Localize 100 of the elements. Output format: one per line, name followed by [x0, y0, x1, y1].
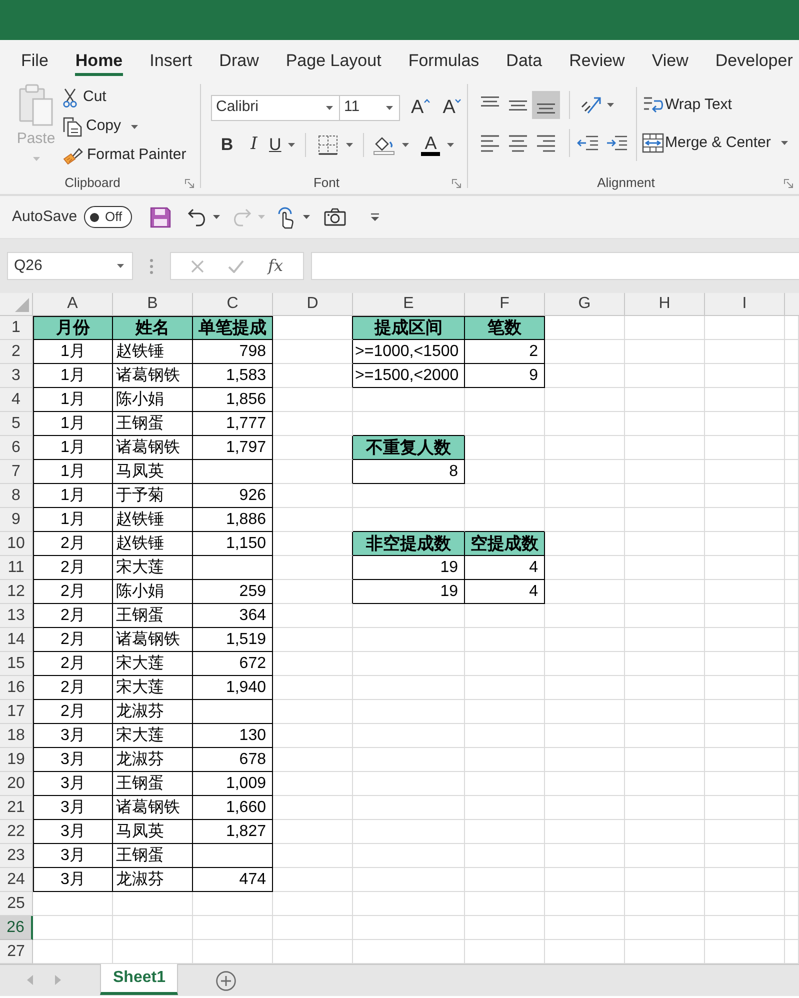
row-header[interactable]: 15	[0, 652, 33, 676]
paint-bucket-icon	[373, 135, 396, 155]
row-header[interactable]: 8	[0, 484, 33, 508]
dialog-launcher-icon[interactable]	[452, 178, 461, 188]
name-box[interactable]: Q26	[7, 252, 133, 280]
paintbrush-icon	[63, 146, 83, 164]
font-color-button[interactable]: A	[421, 132, 454, 158]
ribbon-tab[interactable]: Data	[506, 40, 542, 76]
row-header[interactable]: 18	[0, 724, 33, 748]
row-header[interactable]: 11	[0, 556, 33, 580]
table-cell: 1,940	[193, 676, 273, 700]
select-all-button[interactable]	[0, 293, 33, 316]
column-header[interactable]	[785, 293, 799, 316]
row-header[interactable]: 4	[0, 388, 33, 412]
ribbon-tab[interactable]: View	[652, 40, 688, 76]
bold-button[interactable]: B	[215, 132, 239, 158]
table-cell: 1,777	[193, 412, 273, 436]
align-bottom-button[interactable]	[532, 91, 560, 119]
column-header[interactable]: B	[113, 293, 193, 316]
cut-button[interactable]: Cut	[63, 83, 186, 112]
table-cell: 2月	[33, 556, 113, 580]
ribbon-tab[interactable]: Page Layout	[286, 40, 382, 76]
italic-button[interactable]: I	[242, 132, 266, 158]
wrap-text-button[interactable]: Wrap Text	[642, 91, 788, 119]
touch-mode-button[interactable]	[277, 206, 310, 228]
table-cell: 3月	[33, 820, 113, 844]
font-name-field[interactable]: Calibri	[211, 94, 340, 120]
copy-icon	[63, 116, 82, 136]
row-header[interactable]: 21	[0, 796, 33, 820]
table-cell: 2月	[33, 532, 113, 556]
table-cell: 1,150	[193, 532, 273, 556]
row-header[interactable]: 25	[0, 892, 33, 916]
header-cell: 月份	[33, 316, 113, 340]
row-header[interactable]: 6	[0, 436, 33, 460]
ribbon-tab[interactable]: Draw	[219, 40, 259, 76]
camera-icon[interactable]	[324, 208, 346, 226]
row-header[interactable]: 22	[0, 820, 33, 844]
ribbon-tab[interactable]: File	[21, 40, 48, 76]
column-header[interactable]: E	[353, 293, 465, 316]
caret-icon	[780, 141, 788, 145]
autosave-toggle[interactable]: Off	[84, 206, 132, 228]
font-size-field[interactable]: 11	[340, 94, 400, 120]
add-sheet-icon[interactable]	[216, 971, 236, 991]
grow-font-button[interactable]: A	[411, 96, 430, 118]
row-header[interactable]: 2	[0, 340, 33, 364]
table-cell: 1,856	[193, 388, 273, 412]
row-header[interactable]: 12	[0, 580, 33, 604]
column-header[interactable]: A	[33, 293, 113, 316]
column-header[interactable]: C	[193, 293, 273, 316]
row-header[interactable]: 10	[0, 532, 33, 556]
table-cell: 1,797	[193, 436, 273, 460]
row-header[interactable]: 3	[0, 364, 33, 388]
save-button[interactable]	[150, 206, 172, 228]
customize-toolbar-icon[interactable]	[371, 213, 380, 221]
table-cell: 王钢蛋	[113, 844, 193, 868]
row-header[interactable]: 1	[0, 316, 33, 340]
row-header[interactable]: 9	[0, 508, 33, 532]
row-header[interactable]: 7	[0, 460, 33, 484]
caret-icon	[303, 215, 310, 219]
format-painter-button[interactable]: Format Painter	[63, 141, 186, 170]
dialog-launcher-icon[interactable]	[784, 178, 793, 188]
next-sheet-button[interactable]	[55, 975, 61, 985]
ribbon-tab[interactable]: Developer	[715, 40, 793, 76]
header-cell: 非空提成数	[353, 532, 465, 556]
row-header[interactable]: 16	[0, 676, 33, 700]
cross-icon	[191, 260, 204, 272]
row-header[interactable]: 14	[0, 628, 33, 652]
scissors-icon	[63, 88, 77, 108]
ribbon-tab[interactable]: Insert	[150, 40, 192, 76]
column-header[interactable]: D	[273, 293, 353, 316]
row-header[interactable]: 24	[0, 868, 33, 892]
left-triangle-icon	[27, 975, 33, 985]
copy-button[interactable]: Copy	[63, 112, 186, 141]
row-header[interactable]: 23	[0, 844, 33, 868]
header-cell: 笔数	[465, 316, 545, 340]
row-header[interactable]: 20	[0, 772, 33, 796]
shrink-font-button[interactable]: A	[442, 96, 462, 118]
dialog-launcher-icon[interactable]	[185, 178, 194, 188]
undo-button[interactable]	[187, 208, 220, 226]
row-header[interactable]: 13	[0, 604, 33, 628]
column-header[interactable]: G	[545, 293, 625, 316]
column-header[interactable]: H	[625, 293, 705, 316]
merge-center-button[interactable]: Merge & Center	[642, 129, 788, 157]
ribbon-tab[interactable]: Formulas	[408, 40, 480, 76]
table-cell: 1,583	[193, 364, 273, 388]
column-header[interactable]: F	[465, 293, 545, 316]
row-header[interactable]: 26	[0, 916, 33, 940]
table-cell: >=1000,<1500	[353, 340, 465, 364]
column-header[interactable]: I	[705, 293, 785, 316]
table-cell: 3月	[33, 844, 113, 868]
sheet-tab[interactable]: Sheet1	[100, 964, 178, 995]
table-cell: 陈小娟	[113, 388, 193, 412]
row-header[interactable]: 19	[0, 748, 33, 772]
underline-button[interactable]: U	[269, 132, 296, 158]
row-header[interactable]: 17	[0, 700, 33, 724]
row-header[interactable]: 5	[0, 412, 33, 436]
row-header[interactable]: 27	[0, 940, 33, 964]
formula-input[interactable]	[311, 252, 799, 280]
insert-function-button[interactable]: fx	[268, 254, 283, 278]
ribbon-tab[interactable]: Review	[569, 40, 625, 76]
